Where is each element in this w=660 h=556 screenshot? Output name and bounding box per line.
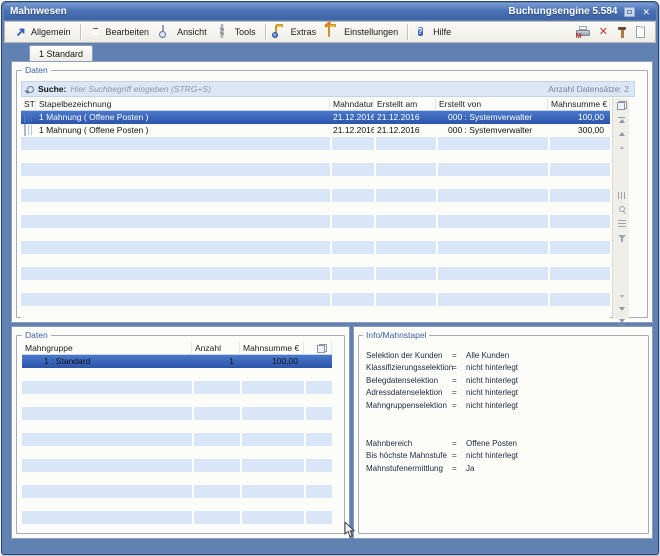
batch-table-header: ST Stapelbezeichnung Mahndatum Erstellt … [21,98,610,111]
menu-bearbeiten[interactable]: Bearbeiten [84,23,156,41]
filter-icon[interactable] [613,231,630,243]
menu-tools[interactable]: Tools [213,23,262,41]
mouse-cursor [344,522,356,544]
settings-info-block: Mahnbereich = Offene Posten Bis höchste … [366,437,644,475]
scroll-top-icon[interactable] [613,114,630,126]
info-panel: Info/Mahnstapel Selektion der Kunden = A… [353,326,653,539]
close-button[interactable]: ✕ [642,7,650,17]
zoom-search-icon[interactable] [613,203,630,215]
step-down-icon[interactable] [613,290,630,302]
info-row: Mahnbereich = Offene Posten [366,437,644,450]
window-title: Mahnwesen [10,6,67,17]
columns-icon[interactable] [613,189,630,201]
scroll-up-icon[interactable] [613,128,630,140]
menu-separator [265,24,266,40]
engine-version-label: Buchungsengine 5.584 [509,6,618,17]
menu-separator [407,24,408,40]
view-magnifier-icon [161,26,173,38]
ne-arrow-icon [15,26,27,38]
edit-book-icon [90,26,102,38]
search-bar: Suche: Anzahl Datensätze: 2 [21,81,635,97]
empty-rows-area [22,368,332,524]
extras-folder-icon [275,26,287,38]
info-row: Belegdatenselektion = nicht hinterlegt [366,374,644,387]
app-window: Mahnwesen Buchungsengine 5.584 ✕ Allgeme… [1,1,659,555]
table-toolbar-strip [612,98,629,319]
menu-extras[interactable]: Extras [269,23,323,41]
selection-info-block: Selektion der Kunden = Alle Kunden Klass… [366,349,644,412]
tab-standard[interactable]: 1 Standard [29,45,93,62]
menu-ansicht[interactable]: Ansicht [155,23,213,41]
help-icon: ? [417,26,429,38]
window-system-icon[interactable] [624,7,635,17]
scroll-down-icon[interactable] [613,303,630,315]
batches-panel: Daten Suche: Anzahl Datensätze: 2 ST Sta… [11,61,653,323]
info-row: Selektion der Kunden = Alle Kunden [366,349,644,362]
titlebar: Mahnwesen Buchungsengine 5.584 ✕ [4,3,656,20]
menu-separator [80,24,81,40]
group-table-row[interactable]: 1 : Standard 1 100,00 [22,355,332,368]
menu-einstellungen[interactable]: Einstellungen [322,23,404,41]
daten2-group-label: Daten [22,331,51,340]
table-row[interactable]: 1 Mahnung ( Offene Posten ) 21.12.2016 2… [21,124,610,137]
search-label: Suche: [38,84,66,94]
menu-hilfe[interactable]: ? Hilfe [411,23,457,41]
info-row: Mahnstufenermittlung = Ja [366,462,644,475]
table-row[interactable]: 1 Mahnung ( Offene Posten ) 21.12.2016 2… [21,111,610,124]
copy-export-icon[interactable] [613,99,630,111]
delete-button[interactable]: ✕ [599,26,608,38]
settings-folder-icon [328,26,340,38]
daten-group-label: Daten [22,66,51,75]
step-up-icon[interactable] [613,141,630,153]
menu-allgemein[interactable]: Allgemein [9,23,77,41]
copy-export-icon[interactable] [317,344,327,353]
info-row: Klassifizierungsselektion = nicht hinter… [366,362,644,375]
record-count-label: Anzahl Datensätze: 2 [548,84,629,94]
empty-rows-area [21,137,610,319]
info-group-label: Info/Mahnstapel [363,331,429,340]
menubar: Allgemein Bearbeiten Ansicht Tools Extra… [4,21,656,43]
info-row: Adressdatenselektion = nicht hinterlegt [366,387,644,400]
search-input[interactable] [70,84,544,94]
mahngruppe-panel: Daten Mahngruppe Anzahl Mahnsumme € 1 : … [11,326,350,539]
tools-gear-icon [219,26,231,38]
new-page-button[interactable] [636,26,645,38]
batch-grid-icon [24,111,26,123]
sum-rows-icon[interactable] [613,217,630,229]
search-icon [27,86,34,93]
info-row: Bis höchste Mahnstufe = nicht hinterlegt [366,450,644,463]
print-dunning-button[interactable]: M [576,26,590,38]
hammer-finalize-button[interactable] [617,26,627,38]
info-row: Mahngruppenselektion = nicht hinterlegt [366,399,644,412]
batch-grid-icon [24,124,26,136]
group-table-header: Mahngruppe Anzahl Mahnsumme € [22,342,332,355]
